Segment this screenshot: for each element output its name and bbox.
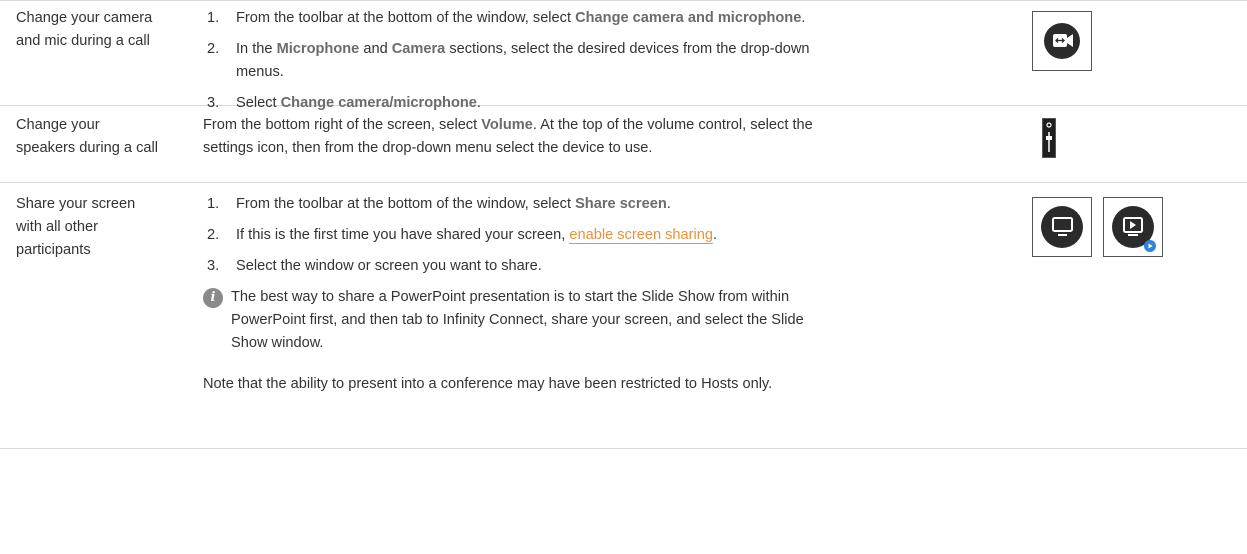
help-table: Change your camera and mic during a call… <box>0 0 1247 449</box>
row-speakers: Change your speakers during a call From … <box>0 106 1247 183</box>
step-text: . <box>801 10 806 26</box>
row-text: From the bottom right of the screen, sel… <box>203 117 482 133</box>
volume-slider-icon <box>1042 118 1056 158</box>
row-camera-mic: Change your camera and mic during a call… <box>0 0 1247 111</box>
step-text: If this is the first time you have share… <box>236 227 570 243</box>
step-text: . <box>666 196 671 212</box>
list-item: 1. From the toolbar at the bottom of the… <box>203 7 813 30</box>
step-text: From the toolbar at the bottom of the wi… <box>236 10 576 26</box>
info-note: i The best way to share a PowerPoint pre… <box>203 286 813 355</box>
row-label: Share your screen with all other partici… <box>16 196 136 258</box>
ui-term: Microphone <box>276 41 360 57</box>
step-text: In the <box>236 41 277 57</box>
row-content: From the bottom right of the screen, sel… <box>203 114 813 160</box>
note-text: The best way to share a PowerPoint prese… <box>231 289 804 351</box>
presentation-play-icon <box>1103 197 1163 257</box>
hosts-note: Note that the ability to present into a … <box>203 376 773 392</box>
step-number: 2. <box>207 41 220 57</box>
step-number: 2. <box>207 227 220 243</box>
ui-term: Volume <box>481 117 533 133</box>
row-share-screen: Share your screen with all other partici… <box>0 183 1247 449</box>
list-item: 2. If this is the first time you have sh… <box>203 224 813 247</box>
step-text: From the toolbar at the bottom of the wi… <box>236 196 576 212</box>
list-item: 3. Select the window or screen you want … <box>203 255 813 278</box>
enable-screen-sharing-link[interactable]: enable screen sharing <box>569 227 713 244</box>
step-number: 1. <box>207 196 220 212</box>
row-content: 1. From the toolbar at the bottom of the… <box>203 193 813 396</box>
step-text: Select the window or screen you want to … <box>236 258 542 274</box>
step-number: 3. <box>207 258 220 274</box>
list-item: 2. In the Microphone and Camera sections… <box>203 38 813 84</box>
camera-swap-icon <box>1032 11 1092 71</box>
list-item: 1. From the toolbar at the bottom of the… <box>203 193 813 216</box>
row-label: Change your speakers during a call <box>16 117 158 156</box>
ui-term: Camera <box>391 41 446 57</box>
step-number: 1. <box>207 10 220 26</box>
steps-list: 1. From the toolbar at the bottom of the… <box>203 193 813 278</box>
ui-term: Share screen <box>575 196 667 212</box>
step-text: and <box>359 41 392 57</box>
monitor-icon <box>1032 197 1092 257</box>
row-label: Change your camera and mic during a call <box>16 10 153 49</box>
ui-term: Change camera and microphone <box>575 10 802 26</box>
info-icon: i <box>203 288 223 308</box>
step-text: . <box>712 227 718 243</box>
steps-list: 1. From the toolbar at the bottom of the… <box>203 7 813 115</box>
